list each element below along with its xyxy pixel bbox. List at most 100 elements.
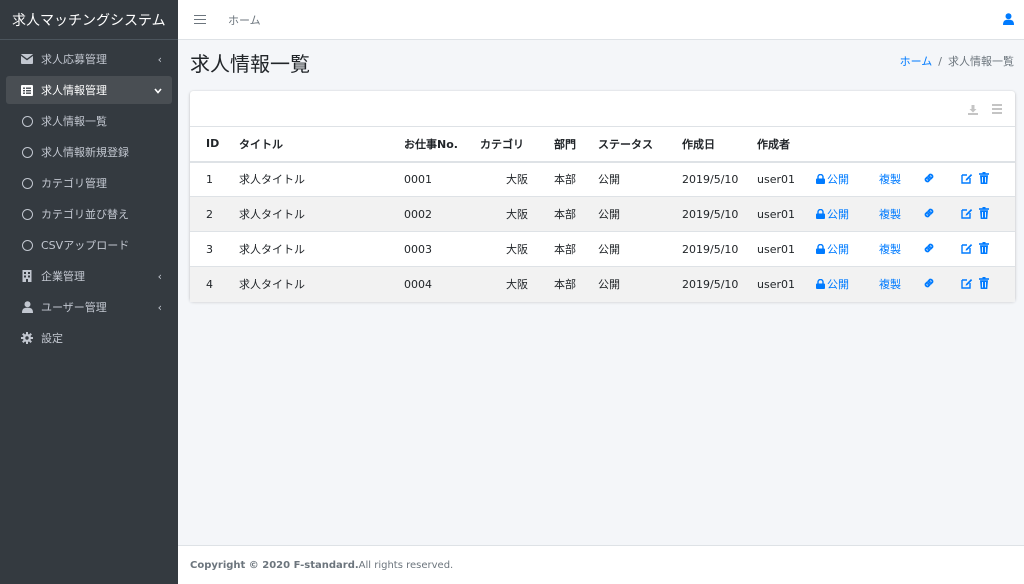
user-icon[interactable] [1003,13,1014,28]
col-header-department[interactable]: 部門 [554,126,598,163]
edit-icon[interactable] [961,277,973,292]
sidebar-item-settings[interactable]: 設定 [6,324,172,352]
menu-toggle-icon[interactable] [194,12,206,27]
breadcrumb-home-link[interactable]: ホーム [900,55,933,68]
col-header-title[interactable]: タイトル [239,126,404,163]
sidebar-item-user-manage[interactable]: ユーザー管理 ‹ [6,293,172,321]
breadcrumb-separator: / [938,55,942,68]
publish-cell: 公開 [816,266,879,302]
edit-icon[interactable] [961,207,973,222]
publish-cell: 公開 [816,231,879,267]
col-header-job-no[interactable]: お仕事No. [404,126,480,163]
download-icon[interactable] [968,104,978,118]
trash-icon[interactable] [979,206,989,222]
lock-icon [816,243,825,254]
sidebar: 求人マッチングシステム 求人応募管理 ‹ 求人情報管理 求人情報一覧 求人情報新… [0,0,178,584]
cell-title: 求人タイトル [239,266,404,302]
lock-icon [816,279,825,290]
rights-text: All rights reserved. [358,559,454,571]
copy-link[interactable]: 複製 [879,278,901,291]
sidebar-item-job-list[interactable]: 求人情報一覧 [6,107,172,135]
trash-icon[interactable] [979,241,989,257]
link-icon[interactable] [923,243,935,257]
publish-link[interactable]: 公開 [816,208,849,221]
col-header-status[interactable]: ステータス [598,126,682,163]
cell-created-date: 2019/5/10 [682,196,757,232]
chevron-down-icon [154,84,162,97]
sidebar-item-category-sort[interactable]: カテゴリ並び替え [6,200,172,228]
actions-cell [950,161,1015,197]
cell-author: user01 [757,196,816,232]
col-header-id[interactable]: ID [190,126,239,163]
sidebar-item-job-applications[interactable]: 求人応募管理 ‹ [6,45,172,73]
col-header-blank [950,126,1015,163]
cell-department: 本部 [554,196,598,232]
sidebar-item-label: 企業管理 [41,270,85,283]
sidebar-item-label: 求人情報一覧 [41,115,107,128]
footer: Copyright © 2020 F-standard. All rights … [178,545,1024,584]
cell-status: 公開 [598,161,682,197]
sidebar-item-job-new[interactable]: 求人情報新規登録 [6,138,172,166]
publish-link[interactable]: 公開 [816,173,849,186]
edit-icon[interactable] [961,172,973,187]
link-cell [923,231,950,267]
sidebar-item-csv-upload[interactable]: CSVアップロード [6,231,172,259]
col-header-author[interactable]: 作成者 [757,126,816,163]
circle-icon [20,238,34,252]
col-header-created-date[interactable]: 作成日 [682,126,757,163]
table-row: 3 求人タイトル 0003 大阪 本部 公開 2019/5/10 user01 公開 複製 [190,231,1015,267]
circle-icon [20,145,34,159]
cell-title: 求人タイトル [239,161,404,197]
sidebar-item-category-manage[interactable]: カテゴリ管理 [6,169,172,197]
cell-title: 求人タイトル [239,231,404,267]
cell-id: 2 [190,196,239,232]
link-icon[interactable] [923,208,935,222]
chevron-left-icon: ‹ [157,300,162,314]
cell-title: 求人タイトル [239,196,404,232]
copy-link[interactable]: 複製 [879,243,901,256]
col-header-blank [923,126,950,163]
sidebar-item-company[interactable]: 企業管理 ‹ [6,262,172,290]
user-icon [20,300,34,314]
table-row: 4 求人タイトル 0004 大阪 本部 公開 2019/5/10 user01 公開 複製 [190,266,1015,302]
sidebar-item-label: カテゴリ並び替え [41,208,129,221]
building-icon [20,269,34,283]
lock-icon [816,174,825,185]
sidebar-item-job-info[interactable]: 求人情報管理 [6,76,172,104]
cell-category: 大阪 [480,231,554,267]
link-icon[interactable] [923,278,935,292]
table-row: 2 求人タイトル 0002 大阪 本部 公開 2019/5/10 user01 公開 複製 [190,196,1015,232]
sidebar-item-label: CSVアップロード [41,239,130,252]
trash-icon[interactable] [979,276,989,292]
col-header-blank [816,126,879,163]
actions-cell [950,196,1015,232]
cell-job-no: 0003 [404,231,480,267]
trash-icon[interactable] [979,171,989,187]
breadcrumb-current: 求人情報一覧 [948,55,1014,68]
copy-link[interactable]: 複製 [879,208,901,221]
top-home-link[interactable]: ホーム [228,12,261,28]
edit-icon[interactable] [961,242,973,257]
table-toolbar [190,91,1015,126]
publish-link[interactable]: 公開 [816,243,849,256]
publish-link[interactable]: 公開 [816,278,849,291]
col-header-category[interactable]: カテゴリ [480,126,554,163]
cell-category: 大阪 [480,196,554,232]
column-menu-icon[interactable] [992,104,1002,116]
app-title[interactable]: 求人マッチングシステム [0,0,178,40]
sidebar-item-label: 求人情報新規登録 [41,146,129,159]
link-icon[interactable] [923,173,935,187]
cell-author: user01 [757,266,816,302]
cell-job-no: 0001 [404,161,480,197]
breadcrumb: ホーム / 求人情報一覧 [900,53,1014,69]
table-header-row: ID タイトル お仕事No. カテゴリ 部門 ステータス 作成日 作成者 [190,126,1015,163]
copy-link[interactable]: 複製 [879,173,901,186]
chevron-left-icon: ‹ [157,269,162,283]
copy-cell: 複製 [879,161,923,197]
cell-id: 3 [190,231,239,267]
chevron-left-icon: ‹ [157,52,162,66]
cell-category: 大阪 [480,266,554,302]
link-cell [923,266,950,302]
publish-label: 公開 [827,173,849,187]
publish-label: 公開 [827,208,849,221]
